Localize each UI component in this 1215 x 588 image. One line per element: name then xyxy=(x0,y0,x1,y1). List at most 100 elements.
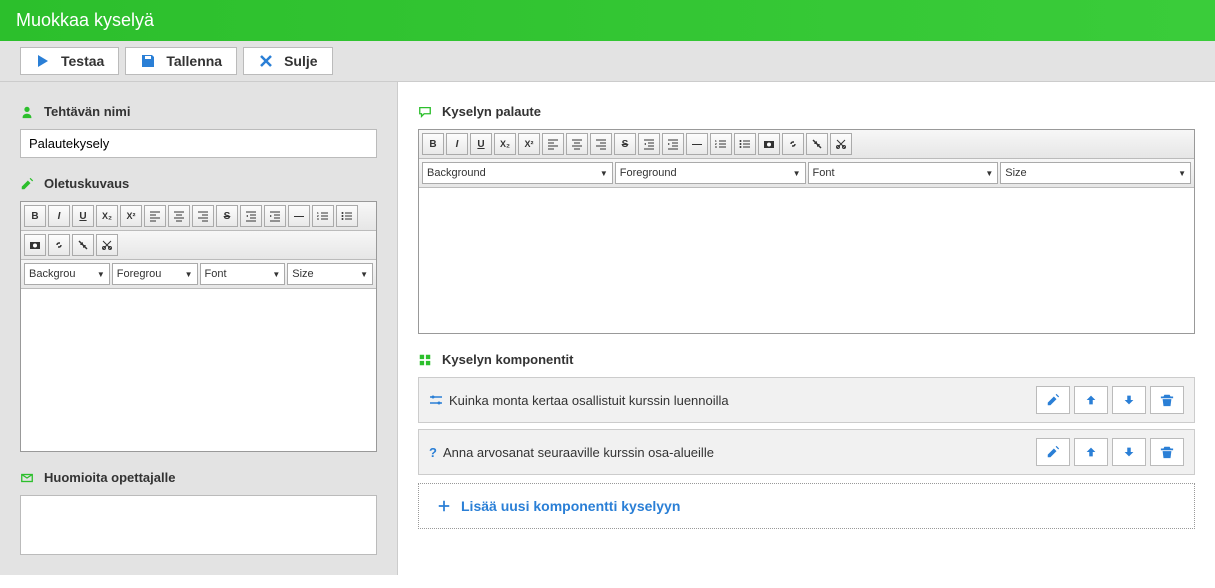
move-up-button[interactable] xyxy=(1074,386,1108,414)
italic-button[interactable]: I xyxy=(446,133,468,155)
strike-button[interactable]: S xyxy=(216,205,238,227)
italic-button[interactable]: I xyxy=(48,205,70,227)
desc-editor-area[interactable] xyxy=(21,289,376,451)
arrow-down-icon xyxy=(1122,445,1136,459)
ul-button[interactable] xyxy=(734,133,756,155)
trash-icon xyxy=(1160,445,1174,459)
cut-button[interactable] xyxy=(830,133,852,155)
outdent-button[interactable] xyxy=(240,205,262,227)
align-left-button[interactable] xyxy=(144,205,166,227)
user-icon xyxy=(20,105,34,119)
indent-icon xyxy=(667,138,679,150)
hr-button[interactable]: — xyxy=(686,133,708,155)
feedback-editor-selects: Background▼ Foreground▼ Font▼ Size▼ xyxy=(419,159,1194,188)
notes-input[interactable] xyxy=(20,495,377,555)
align-right-button[interactable] xyxy=(590,133,612,155)
camera-icon xyxy=(29,239,41,251)
outdent-button[interactable] xyxy=(638,133,660,155)
trash-icon xyxy=(1160,393,1174,407)
test-button[interactable]: Testaa xyxy=(20,47,119,75)
superscript-button[interactable]: X² xyxy=(518,133,540,155)
fg-select[interactable]: Foreground▼ xyxy=(615,162,806,184)
grid-icon xyxy=(418,353,432,367)
close-icon xyxy=(258,53,274,69)
indent-button[interactable] xyxy=(662,133,684,155)
bold-button[interactable]: B xyxy=(24,205,46,227)
edit-component-button[interactable] xyxy=(1036,386,1070,414)
task-name-input[interactable] xyxy=(20,129,377,158)
subscript-button[interactable]: X₂ xyxy=(494,133,516,155)
bold-button[interactable]: B xyxy=(422,133,444,155)
feedback-editor-toolbar: B I U X₂ X² S — 123 xyxy=(419,130,1194,159)
page-header: Muokkaa kyselyä xyxy=(0,0,1215,41)
close-button[interactable]: Sulje xyxy=(243,47,332,75)
component-row: ? Anna arvosanat seuraaville kurssin osa… xyxy=(418,429,1195,475)
camera-icon xyxy=(763,138,775,150)
ul-button[interactable] xyxy=(336,205,358,227)
save-button[interactable]: Tallenna xyxy=(125,47,237,75)
move-down-button[interactable] xyxy=(1112,386,1146,414)
arrow-down-icon xyxy=(1122,393,1136,407)
plus-icon xyxy=(437,499,451,513)
superscript-button[interactable]: X² xyxy=(120,205,142,227)
align-right-button[interactable] xyxy=(192,205,214,227)
delete-component-button[interactable] xyxy=(1150,386,1184,414)
arrow-up-icon xyxy=(1084,393,1098,407)
image-button[interactable] xyxy=(24,234,46,256)
strike-button[interactable]: S xyxy=(614,133,636,155)
underline-button[interactable]: U xyxy=(72,205,94,227)
align-center-icon xyxy=(571,138,583,150)
bg-select[interactable]: Background▼ xyxy=(422,162,613,184)
delete-component-button[interactable] xyxy=(1150,438,1184,466)
comment-icon xyxy=(418,105,432,119)
unlink-icon xyxy=(77,239,89,251)
fg-select[interactable]: Foregrou▼ xyxy=(112,263,198,285)
desc-header: Oletuskuvaus xyxy=(20,176,377,191)
svg-text:3: 3 xyxy=(317,217,319,221)
image-button[interactable] xyxy=(758,133,780,155)
align-center-button[interactable] xyxy=(168,205,190,227)
subscript-button[interactable]: X₂ xyxy=(96,205,118,227)
desc-editor-toolbar1: B I U X₂ X² S — 123 xyxy=(21,202,376,231)
hr-button[interactable]: — xyxy=(288,205,310,227)
cut-button[interactable] xyxy=(96,234,118,256)
align-center-button[interactable] xyxy=(566,133,588,155)
mail-icon xyxy=(20,471,34,485)
align-right-icon xyxy=(595,138,607,150)
unlink-button[interactable] xyxy=(72,234,94,256)
pencil-icon xyxy=(1046,445,1060,459)
scissors-icon xyxy=(835,138,847,150)
align-left-button[interactable] xyxy=(542,133,564,155)
ol-button[interactable]: 123 xyxy=(312,205,334,227)
feedback-label: Kyselyn palaute xyxy=(442,104,541,119)
move-down-button[interactable] xyxy=(1112,438,1146,466)
task-name-header: Tehtävän nimi xyxy=(20,104,377,119)
component-row: Kuinka monta kertaa osallistuit kurssin … xyxy=(418,377,1195,423)
link-button[interactable] xyxy=(782,133,804,155)
save-button-label: Tallenna xyxy=(166,53,222,69)
feedback-editor-area[interactable] xyxy=(419,188,1194,333)
edit-component-button[interactable] xyxy=(1036,438,1070,466)
link-button[interactable] xyxy=(48,234,70,256)
component-text: Kuinka monta kertaa osallistuit kurssin … xyxy=(449,393,729,408)
desc-label: Oletuskuvaus xyxy=(44,176,129,191)
unlink-button[interactable] xyxy=(806,133,828,155)
indent-button[interactable] xyxy=(264,205,286,227)
component-text: Anna arvosanat seuraaville kurssin osa-a… xyxy=(443,445,714,460)
notes-header: Huomioita opettajalle xyxy=(20,470,377,485)
font-select[interactable]: Font▼ xyxy=(808,162,999,184)
edit-icon xyxy=(20,177,34,191)
add-component-button[interactable]: Lisää uusi komponentti kyselyyn xyxy=(418,483,1195,529)
components-header: Kyselyn komponentit xyxy=(418,352,1195,367)
align-left-icon xyxy=(547,138,559,150)
ol-button[interactable]: 123 xyxy=(710,133,732,155)
close-button-label: Sulje xyxy=(284,53,317,69)
underline-button[interactable]: U xyxy=(470,133,492,155)
bg-select[interactable]: Backgrou▼ xyxy=(24,263,110,285)
font-select[interactable]: Font▼ xyxy=(200,263,286,285)
move-up-button[interactable] xyxy=(1074,438,1108,466)
size-select[interactable]: Size▼ xyxy=(1000,162,1191,184)
play-icon xyxy=(35,53,51,69)
desc-editor-toolbar2 xyxy=(21,231,376,260)
size-select[interactable]: Size▼ xyxy=(287,263,373,285)
